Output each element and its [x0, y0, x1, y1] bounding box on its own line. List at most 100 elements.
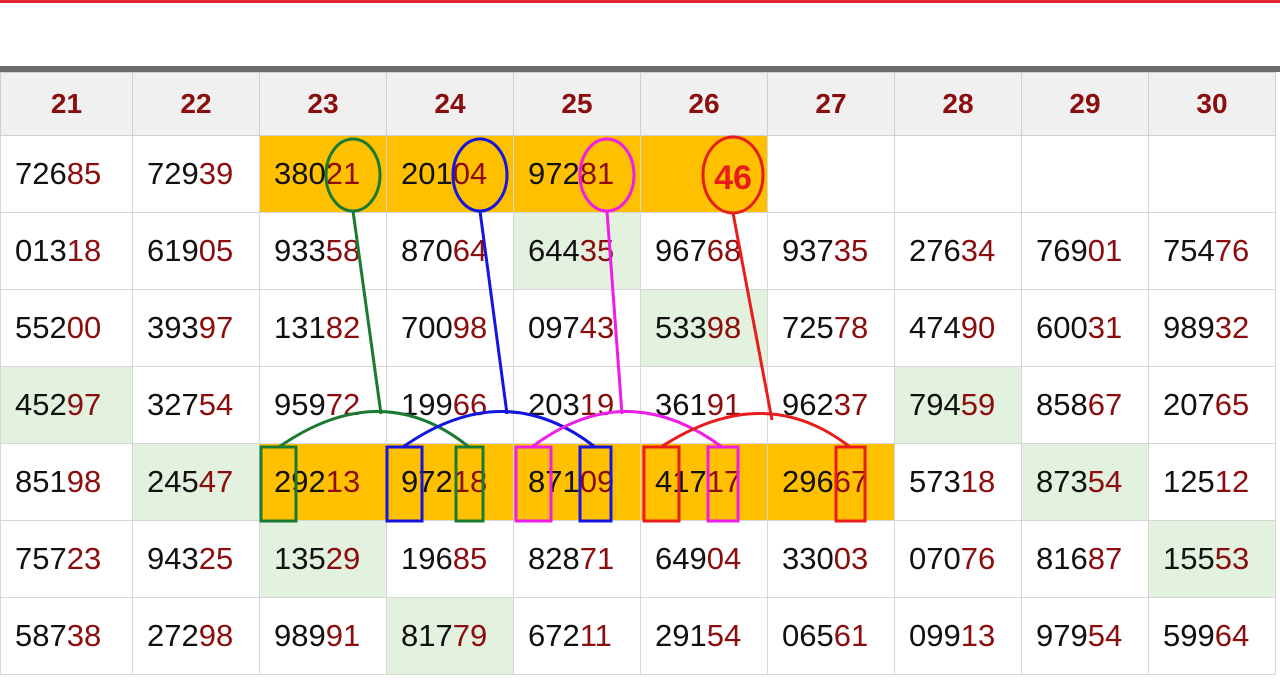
result-cell[interactable]: 13182	[259, 289, 387, 367]
cell-tail-digits: 81	[579, 156, 615, 191]
results-table-container[interactable]: 21 22 23 24 25 26 27 28 29 30 72685 72939…	[0, 72, 1280, 686]
result-cell[interactable]: 67211	[513, 597, 641, 675]
result-cell[interactable]: 20765	[1148, 366, 1276, 444]
cell-tail-digits: 82	[325, 310, 361, 345]
table-header-row: 21 22 23 24 25 26 27 28 29 30	[0, 72, 1276, 136]
result-cell[interactable]: 64904	[640, 520, 768, 598]
result-cell[interactable]: 12512	[1148, 443, 1276, 521]
result-cell[interactable]: 95972	[259, 366, 387, 444]
cell-lead-digits: 726	[15, 156, 67, 191]
cell-tail-digits: 54	[706, 618, 742, 653]
result-cell[interactable]: 61905	[132, 212, 260, 290]
result-cell[interactable]: 64435	[513, 212, 641, 290]
result-cell[interactable]: 96768	[640, 212, 768, 290]
result-cell[interactable]: 94325	[132, 520, 260, 598]
cell-tail-digits: 32	[1214, 310, 1250, 345]
result-cell[interactable]: 72685	[0, 135, 133, 213]
column-header: 25	[513, 72, 641, 136]
cell-tail-digits: 61	[833, 618, 869, 653]
result-cell[interactable]: 98991	[259, 597, 387, 675]
result-cell[interactable]: 72939	[132, 135, 260, 213]
result-cell[interactable]: 72578	[767, 289, 895, 367]
result-cell[interactable]: 45297	[0, 366, 133, 444]
cell-lead-digits: 979	[1036, 618, 1088, 653]
column-header: 23	[259, 72, 387, 136]
result-cell[interactable]: 24547	[132, 443, 260, 521]
result-cell[interactable]: 29213	[259, 443, 387, 521]
result-cell[interactable]: 81779	[386, 597, 514, 675]
result-cell[interactable]: 41717	[640, 443, 768, 521]
result-cell[interactable]: 32754	[132, 366, 260, 444]
result-cell[interactable]: 47490	[894, 289, 1022, 367]
result-cell[interactable]: 98932	[1148, 289, 1276, 367]
result-cell[interactable]: 76901	[1021, 212, 1149, 290]
result-cell[interactable]: 70098	[386, 289, 514, 367]
result-cell[interactable]: 96237	[767, 366, 895, 444]
result-cell[interactable]: 01318	[0, 212, 133, 290]
result-cell[interactable]: 93735	[767, 212, 895, 290]
result-cell[interactable]: 53398	[640, 289, 768, 367]
cell-lead-digits: 599	[1163, 618, 1215, 653]
result-cell[interactable]: 33003	[767, 520, 895, 598]
result-cell[interactable]: 09743	[513, 289, 641, 367]
cell-tail-digits: 64	[452, 233, 488, 268]
result-cell[interactable]: 97218	[386, 443, 514, 521]
result-cell[interactable]: 57318	[894, 443, 1022, 521]
result-cell[interactable]: 09913	[894, 597, 1022, 675]
result-cell[interactable]: 19685	[386, 520, 514, 598]
result-cell[interactable]: 97954	[1021, 597, 1149, 675]
result-cell[interactable]: 36191	[640, 366, 768, 444]
cell-tail-digits: 09	[579, 464, 615, 499]
result-cell[interactable]: 87354	[1021, 443, 1149, 521]
result-cell[interactable]: 97281	[513, 135, 641, 213]
result-cell[interactable]	[767, 135, 895, 213]
cell-tail-digits: 98	[198, 618, 234, 653]
result-cell[interactable]	[1021, 135, 1149, 213]
result-cell[interactable]	[1148, 135, 1276, 213]
result-cell[interactable]: 07076	[894, 520, 1022, 598]
cell-lead-digits: 099	[909, 618, 961, 653]
column-header: 28	[894, 72, 1022, 136]
result-cell[interactable]: 29154	[640, 597, 768, 675]
cell-tail-digits: 98	[66, 464, 102, 499]
result-cell[interactable]: 81687	[1021, 520, 1149, 598]
result-cell[interactable]: 27298	[132, 597, 260, 675]
result-cell[interactable]: 20104	[386, 135, 514, 213]
cell-lead-digits: 943	[147, 541, 199, 576]
result-cell[interactable]: 29667	[767, 443, 895, 521]
cell-lead-digits: 962	[782, 387, 834, 422]
result-cell[interactable]: 93358	[259, 212, 387, 290]
result-cell[interactable]: 60031	[1021, 289, 1149, 367]
result-cell[interactable]	[894, 135, 1022, 213]
result-cell[interactable]: 85867	[1021, 366, 1149, 444]
result-cell[interactable]: 27634	[894, 212, 1022, 290]
cell-tail-digits: 97	[66, 387, 102, 422]
result-cell[interactable]: 15553	[1148, 520, 1276, 598]
cell-lead-digits: 291	[655, 618, 707, 653]
result-cell[interactable]: 39397	[132, 289, 260, 367]
result-cell[interactable]: 75723	[0, 520, 133, 598]
result-cell[interactable]: 58738	[0, 597, 133, 675]
cell-tail-digits: 59	[960, 387, 996, 422]
result-cell[interactable]: 38021	[259, 135, 387, 213]
result-cell[interactable]: 87109	[513, 443, 641, 521]
column-header: 21	[0, 72, 133, 136]
cell-tail-digits: 53	[1214, 541, 1250, 576]
result-cell[interactable]: 85198	[0, 443, 133, 521]
result-cell[interactable]: 20319	[513, 366, 641, 444]
result-cell[interactable]: 79459	[894, 366, 1022, 444]
result-cell[interactable]: 55200	[0, 289, 133, 367]
result-cell[interactable]: 75476	[1148, 212, 1276, 290]
result-cell[interactable]	[640, 135, 768, 213]
result-cell[interactable]: 82871	[513, 520, 641, 598]
cell-tail-digits: 71	[579, 541, 615, 576]
result-cell[interactable]: 59964	[1148, 597, 1276, 675]
result-cell[interactable]: 87064	[386, 212, 514, 290]
cell-lead-digits: 393	[147, 310, 199, 345]
result-cell[interactable]: 19966	[386, 366, 514, 444]
result-cell[interactable]: 13529	[259, 520, 387, 598]
cell-lead-digits: 380	[274, 156, 326, 191]
column-header: 26	[640, 72, 768, 136]
result-cell[interactable]: 06561	[767, 597, 895, 675]
cell-lead-digits: 361	[655, 387, 707, 422]
